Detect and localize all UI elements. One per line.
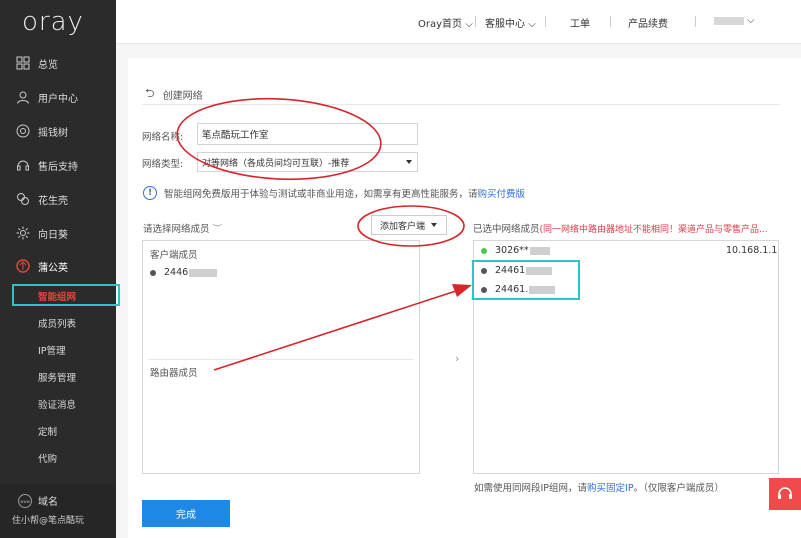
buy-fixed-ip-link[interactable]: 购买固定IP	[587, 483, 634, 494]
nav-divider	[695, 16, 696, 27]
nav-divider	[545, 16, 546, 27]
nav-divider	[610, 16, 611, 27]
sidebar-item-dandelion[interactable]: 蒲公英	[0, 251, 116, 281]
add-client-button[interactable]: 添加客户端	[371, 215, 447, 235]
sidebar-sub-custom[interactable]: 定制	[0, 420, 116, 442]
nav-ticket[interactable]: 工单	[570, 15, 590, 30]
done-button[interactable]: 完成	[142, 500, 230, 527]
client-members-label: 客户端成员	[150, 250, 198, 261]
sidebar-item-label: 摇钱树	[38, 127, 68, 139]
sidebar-item-label: 总览	[38, 59, 58, 71]
sidebar-item-sunflower[interactable]: 向日葵	[0, 218, 116, 248]
network-type-label: 网络类型:	[142, 159, 184, 170]
sidebar-item-user-center[interactable]: 用户中心	[0, 82, 116, 112]
sidebar-item-label: 蒲公英	[38, 262, 68, 274]
peanut-icon	[16, 192, 30, 206]
nav-service-center[interactable]: 客服中心 ⌵	[485, 15, 536, 30]
headset-icon	[16, 158, 30, 172]
member-ip: 10.168.1.1	[726, 245, 778, 256]
sidebar-item-label: 售后支持	[38, 161, 78, 173]
highlight-box-selected-members	[472, 260, 580, 300]
user-icon	[16, 90, 30, 104]
router-members-label: 路由器成员	[150, 368, 198, 379]
sunflower-icon	[16, 226, 30, 240]
nav-divider	[475, 16, 476, 27]
status-dot	[150, 269, 156, 276]
info-icon: !	[143, 186, 157, 200]
caret-down-icon	[406, 160, 412, 164]
sidebar-sub-ip-management[interactable]: IP管理	[0, 339, 116, 361]
network-type-select[interactable]: 对等网络（各成员间均可互联）-推荐	[197, 152, 418, 172]
info-notice: ! 智能组网免费版用于体验与测试或非商业用途，如需享有更高性能服务，请 购买付费…	[143, 186, 525, 200]
www-icon: www	[18, 494, 32, 508]
help-button[interactable]	[769, 478, 801, 510]
list-item[interactable]: 2446	[150, 267, 218, 278]
chevron-down-icon: ⌵	[528, 19, 536, 30]
nav-oray-home[interactable]: Oray首页 ⌵	[418, 15, 473, 30]
sidebar-sub-member-list[interactable]: 成员列表	[0, 312, 116, 334]
buy-paid-link[interactable]: 购买付费版	[478, 186, 526, 200]
sidebar-item-support[interactable]: 售后支持	[0, 150, 116, 180]
highlight-box-active-menu	[12, 284, 120, 306]
sidebar-item-label: 用户中心	[38, 93, 78, 105]
headset-icon	[776, 484, 794, 505]
sidebar-item-domain[interactable]: 域名	[38, 493, 58, 508]
divider	[148, 359, 414, 360]
chevron-down-icon[interactable]: ⌵	[747, 15, 755, 26]
sidebar-item-label: 花生壳	[38, 195, 68, 207]
nav-renewal[interactable]: 产品续费	[628, 15, 668, 30]
sidebar-sub-verify-messages[interactable]: 验证消息	[0, 393, 116, 415]
sidebar-bottom	[0, 484, 116, 538]
dandelion-icon	[16, 259, 30, 273]
user-name[interactable]: 住小帮@笔点酷玩	[12, 513, 84, 526]
select-members-title: 请选择网络成员 ︶	[143, 224, 223, 235]
account-name-blurred[interactable]	[714, 17, 744, 25]
oray-logo[interactable]: oray	[0, 0, 116, 44]
back-link[interactable]: ⮌ 创建网络	[145, 84, 203, 105]
redacted-text	[529, 246, 550, 255]
chevron-right-icon[interactable]: ›	[455, 352, 459, 365]
selected-members-title: 已选中网络成员(同一网络中路由器地址不能相同！渠道产品与零售产品...	[473, 224, 768, 235]
list-item[interactable]: 3026**	[481, 245, 550, 256]
sidebar-sub-purchase[interactable]: 代购	[0, 447, 116, 469]
redacted-text	[189, 268, 218, 277]
page-title: 创建网络	[162, 91, 203, 102]
sidebar-sub-service-management[interactable]: 服务管理	[0, 366, 116, 388]
sidebar-item-money-tree[interactable]: 摇钱树	[0, 116, 116, 146]
eye-closed-icon[interactable]: ︶	[213, 224, 223, 235]
grid-icon	[16, 56, 30, 70]
sidebar-item-label: 向日葵	[38, 229, 68, 241]
divider	[142, 104, 780, 105]
network-name-input[interactable]	[197, 123, 418, 145]
sidebar-item-peanut[interactable]: 花生壳	[0, 184, 116, 214]
online-status-dot	[481, 247, 487, 254]
network-name-label: 网络名称:	[142, 132, 184, 143]
coin-icon	[16, 124, 30, 138]
router-warning: (同一网络中路由器地址不能相同！渠道产品与零售产品...	[539, 225, 768, 235]
caret-down-icon	[431, 223, 438, 227]
back-arrow-icon: ⮌	[145, 86, 155, 100]
sidebar-item-overview[interactable]: 总览	[0, 48, 116, 78]
fixed-ip-note: 如需使用同网段IP组网，请购买固定IP。（仅限客户端成员）	[474, 483, 724, 494]
chevron-down-icon: ⌵	[465, 19, 473, 30]
